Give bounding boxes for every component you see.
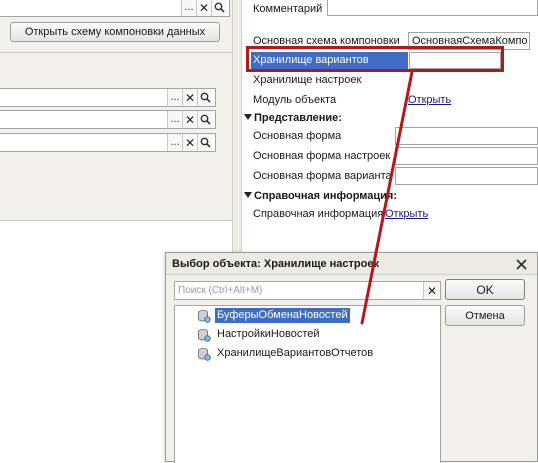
search-icon[interactable] [211,0,226,16]
tree-item-label: НастройкиНовостей [217,328,320,340]
main-form-field[interactable] [395,127,538,145]
left-field-3[interactable]: ... ✕ [0,133,216,152]
tree-item-label: ХранилищеВариантовОтчетов [217,347,374,359]
collapse-icon [244,192,252,198]
settings-form-field[interactable] [395,147,538,165]
settings-storage-label: Хранилище настроек [253,74,362,86]
dialog-title-bar[interactable]: Выбор объекта: Хранилище настроек [166,253,537,275]
object-module-label: Модуль объекта [253,94,337,106]
search-input[interactable] [178,283,418,298]
comment-label: Комментарий [253,3,323,15]
clear-button[interactable]: ✕ [196,0,211,16]
select-button[interactable]: ... [167,111,182,128]
clear-button[interactable]: ✕ [423,282,440,299]
settings-storage-icon [198,347,211,361]
tree-item-label: БуферыОбменаНовостей [215,308,350,323]
select-button[interactable]: ... [181,0,196,16]
select-button[interactable]: ... [167,134,182,151]
reference-link[interactable]: Открыть [385,205,428,223]
object-module-link[interactable]: Открыть [408,91,451,109]
reference-section-label: Справочная информация: [254,190,398,202]
cancel-button[interactable]: Отмена [445,305,525,326]
top-field[interactable]: ... ✕ [0,0,230,17]
divider [0,52,232,53]
tree-item[interactable]: ХранилищеВариантовОтчетов [197,345,375,362]
search-icon[interactable] [197,89,212,106]
left-field-2[interactable]: ... ✕ [0,110,216,129]
select-button[interactable]: ... [167,89,182,106]
search-icon[interactable] [197,134,212,151]
ok-button[interactable]: OK [445,279,525,300]
tree-item[interactable]: БуферыОбменаНовостей [197,307,350,324]
close-icon[interactable] [513,255,529,273]
open-scheme-button[interactable]: Открыть схему компоновки данных [10,22,220,42]
reference-label: Справочная информация [253,208,384,220]
object-tree: БуферыОбменаНовостей НастройкиНовостей Х… [174,305,441,463]
settings-storage-icon [198,328,211,342]
highlight-box [246,46,504,72]
search-field[interactable]: ✕ [174,281,441,300]
search-icon[interactable] [197,111,212,128]
collapse-icon [244,114,252,120]
clear-button[interactable]: ✕ [182,134,197,151]
clear-button[interactable]: ✕ [182,111,197,128]
settings-form-label: Основная форма настроек [253,150,391,162]
reference-section[interactable]: Справочная информация: [244,188,397,204]
comment-field[interactable] [327,0,538,16]
tree-item[interactable]: НастройкиНовостей [197,326,322,343]
main-form-label: Основная форма [253,130,342,142]
settings-storage-icon [198,309,211,323]
variant-form-label: Основная форма варианта [253,170,392,182]
presentation-section[interactable]: Представление: [244,110,342,126]
left-field-1[interactable]: ... ✕ [0,88,216,107]
variant-form-field[interactable] [395,167,538,185]
dialog-title: Выбор объекта: Хранилище настроек [172,258,379,270]
clear-button[interactable]: ✕ [182,89,197,106]
presentation-section-label: Представление: [254,112,342,124]
